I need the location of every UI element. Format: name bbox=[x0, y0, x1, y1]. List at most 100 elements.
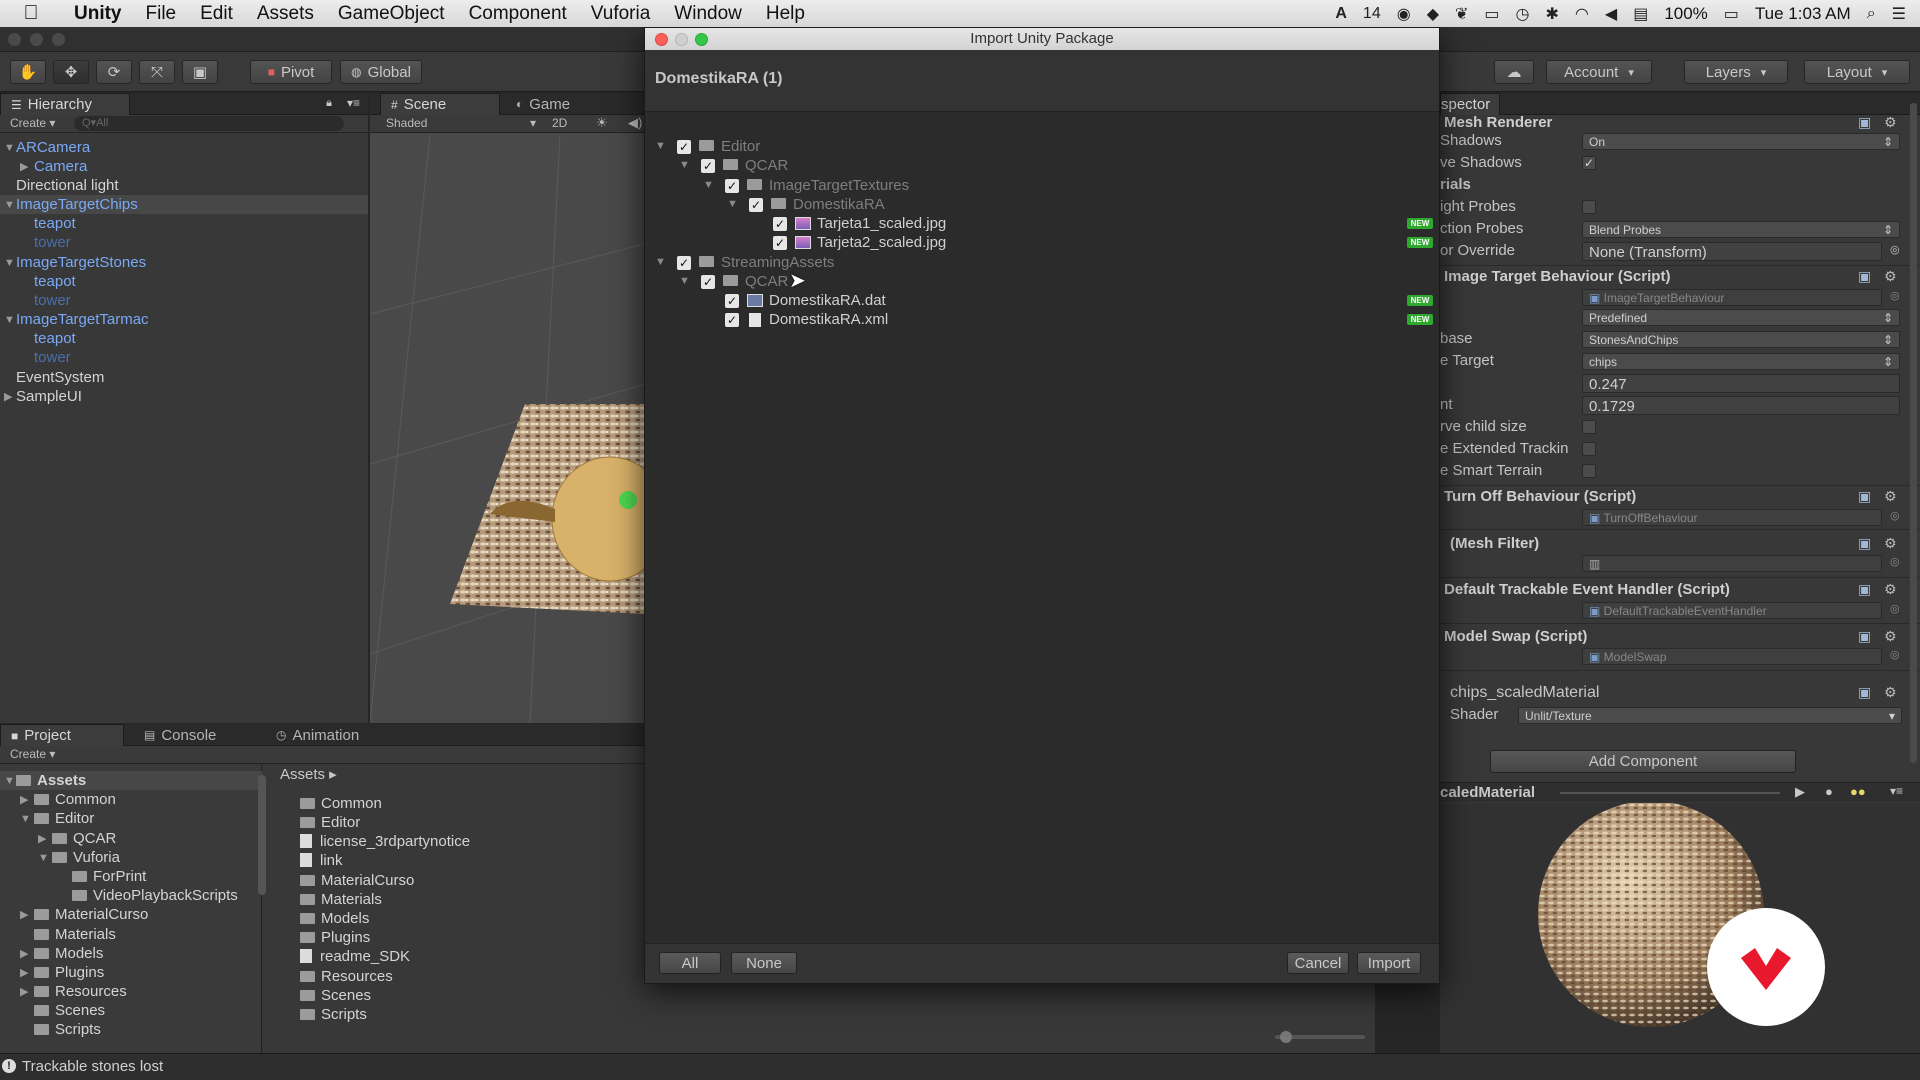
tree-item[interactable]: ▶ Resources bbox=[0, 982, 262, 1001]
component-help-icon[interactable]: ▣ bbox=[1858, 581, 1871, 598]
tree-item[interactable]: ▼ Vuforia bbox=[0, 848, 262, 867]
tree-item[interactable]: Materials bbox=[0, 925, 262, 944]
mesh-renderer-header[interactable]: Mesh Renderer bbox=[1444, 113, 1552, 133]
window-close-button[interactable] bbox=[8, 33, 21, 46]
preview-menu-icon[interactable]: ▾≡ bbox=[1890, 784, 1903, 798]
cloud-icon[interactable]: ☁ bbox=[1494, 60, 1534, 84]
project-create-dropdown[interactable]: Create ▾ bbox=[10, 747, 55, 761]
inspector-scrollbar[interactable] bbox=[1910, 103, 1917, 763]
hierarchy-item[interactable]: teapot bbox=[0, 214, 368, 233]
icon-size-slider-knob[interactable] bbox=[1280, 1031, 1292, 1043]
tree-item[interactable]: Scripts bbox=[0, 1020, 262, 1039]
collapsed-arrow-icon[interactable]: ▶ bbox=[20, 158, 28, 177]
move-tool-icon[interactable]: ✥ bbox=[53, 60, 89, 84]
expand-arrow-icon[interactable]: ▼ bbox=[4, 196, 15, 215]
dropbox-icon[interactable]: ◆ bbox=[1427, 4, 1439, 24]
menu-window[interactable]: Window bbox=[662, 3, 754, 25]
preview-drag-bar[interactable] bbox=[1560, 792, 1780, 794]
object-picker-icon[interactable]: ◎ bbox=[1890, 509, 1900, 522]
import-checkbox[interactable]: ✓ bbox=[677, 140, 691, 154]
audio-toggle-icon[interactable]: ◀) bbox=[628, 115, 642, 131]
asset-item[interactable]: license_3rdpartynotice bbox=[300, 832, 470, 851]
component-help-icon[interactable]: ▣ bbox=[1858, 488, 1871, 505]
status-input-number[interactable]: 14 bbox=[1363, 5, 1381, 23]
lock-icon[interactable]: 🔒︎ bbox=[326, 97, 332, 110]
hierarchy-item[interactable]: teapot bbox=[0, 272, 368, 291]
collapsed-arrow-icon[interactable]: ▶ bbox=[20, 964, 28, 983]
time-machine-icon[interactable]: ◷ bbox=[1516, 4, 1530, 24]
rect-tool-icon[interactable]: ▣ bbox=[182, 60, 218, 84]
turnoff-script-field[interactable]: ▣ TurnOffBehaviour bbox=[1582, 509, 1882, 526]
select-none-button[interactable]: None bbox=[731, 952, 797, 974]
collapsed-arrow-icon[interactable]: ▶ bbox=[20, 945, 28, 964]
clock[interactable]: Tue 1:03 AM bbox=[1755, 4, 1851, 24]
menu-app-unity[interactable]: Unity bbox=[62, 3, 134, 25]
shading-dropdown[interactable]: Shaded ▾ bbox=[386, 116, 536, 130]
menu-component[interactable]: Component bbox=[457, 3, 579, 25]
battery-icon[interactable]: ▭ bbox=[1724, 4, 1739, 24]
breadcrumb-assets[interactable]: Assets bbox=[280, 766, 325, 783]
hierarchy-item[interactable]: ▶ SampleUI bbox=[0, 387, 368, 406]
2d-toggle[interactable]: 2D bbox=[552, 116, 567, 130]
add-component-button[interactable]: Add Component bbox=[1490, 750, 1796, 773]
object-picker-icon[interactable]: ◎ bbox=[1890, 602, 1900, 615]
tree-item[interactable]: ▶ Plugins bbox=[0, 963, 262, 982]
wifi-icon[interactable]: ◠ bbox=[1575, 4, 1589, 24]
component-settings-icon[interactable]: ⚙ bbox=[1884, 114, 1897, 131]
record-icon[interactable]: ◉ bbox=[1397, 4, 1411, 24]
expand-arrow-icon[interactable]: ▼ bbox=[20, 810, 31, 829]
light-probes-checkbox[interactable] bbox=[1582, 200, 1596, 214]
import-tree-row[interactable]: ✓ Tarjeta2_scaled.jpg NEW bbox=[645, 233, 1439, 252]
cancel-button[interactable]: Cancel bbox=[1287, 952, 1349, 974]
mesh-filter-header[interactable]: (Mesh Filter) bbox=[1450, 534, 1539, 554]
reflection-probes-dropdown[interactable]: Blend Probes ⇕ bbox=[1582, 221, 1900, 238]
asset-item[interactable]: MaterialCurso bbox=[300, 871, 414, 890]
hierarchy-create-dropdown[interactable]: Create ▾ bbox=[10, 116, 55, 130]
bluetooth-icon[interactable]: ✱ bbox=[1546, 4, 1559, 24]
import-checkbox[interactable]: ✓ bbox=[749, 198, 763, 212]
evernote-icon[interactable]: ❦ bbox=[1455, 4, 1468, 24]
tab-game[interactable]: ◐ Game bbox=[506, 93, 596, 115]
tree-scrollbar[interactable] bbox=[258, 775, 266, 895]
model-swap-header[interactable]: Model Swap (Script) bbox=[1444, 627, 1587, 647]
object-picker-icon[interactable]: ◎ bbox=[1890, 648, 1900, 661]
window-minimize-button[interactable] bbox=[30, 33, 43, 46]
tree-item[interactable]: ▶ Models bbox=[0, 944, 262, 963]
expand-arrow-icon[interactable]: ▼ bbox=[655, 253, 666, 272]
flag-icon[interactable]: ▤ bbox=[1633, 4, 1648, 24]
display-icon[interactable]: ▭ bbox=[1484, 4, 1499, 24]
apple-icon[interactable]:  bbox=[0, 2, 62, 25]
notification-center-icon[interactable]: ☰ bbox=[1892, 4, 1906, 24]
collapsed-arrow-icon[interactable]: ▶ bbox=[20, 906, 28, 925]
component-help-icon[interactable]: ▣ bbox=[1858, 628, 1871, 645]
global-toggle[interactable]: ◍ Global bbox=[340, 60, 422, 84]
expand-arrow-icon[interactable]: ▼ bbox=[4, 139, 15, 158]
import-tree-row[interactable]: ▼ ✓ QCAR bbox=[645, 272, 1439, 291]
tree-item[interactable]: ▶ MaterialCurso bbox=[0, 905, 262, 924]
shadows-dropdown[interactable]: On ⇕ bbox=[1582, 133, 1900, 150]
width-field[interactable]: 0.247 bbox=[1582, 374, 1900, 393]
tree-item[interactable]: ForPrint bbox=[0, 867, 262, 886]
image-target-dropdown[interactable]: chips ⇕ bbox=[1582, 353, 1900, 370]
status-message[interactable]: Trackable stones lost bbox=[22, 1058, 163, 1075]
scale-tool-icon[interactable]: ⤧ bbox=[139, 60, 175, 84]
menu-edit[interactable]: Edit bbox=[188, 3, 245, 25]
asset-item[interactable]: Common bbox=[300, 794, 382, 813]
object-picker-icon[interactable]: ◎ bbox=[1890, 289, 1900, 302]
import-tree-row[interactable]: ▼ ✓ StreamingAssets bbox=[645, 253, 1439, 272]
collapsed-arrow-icon[interactable]: ▶ bbox=[4, 388, 12, 407]
tab-scene[interactable]: # Scene bbox=[380, 93, 500, 115]
component-settings-icon[interactable]: ⚙ bbox=[1884, 488, 1897, 505]
hand-tool-icon[interactable]: ✋ bbox=[10, 60, 46, 84]
component-help-icon[interactable]: ▣ bbox=[1858, 114, 1871, 131]
component-settings-icon[interactable]: ⚙ bbox=[1884, 535, 1897, 552]
material-preview[interactable] bbox=[1440, 803, 1920, 1053]
hierarchy-item[interactable]: ▼ ImageTargetStones bbox=[0, 253, 368, 272]
sphere-preview-icon[interactable]: ● bbox=[1825, 784, 1833, 799]
anchor-override-field[interactable]: None (Transform) bbox=[1582, 242, 1882, 261]
volume-icon[interactable]: ◀ bbox=[1605, 4, 1617, 24]
import-tree-row[interactable]: ▼ ✓ ImageTargetTextures bbox=[645, 176, 1439, 195]
layout-dropdown[interactable]: Layout bbox=[1804, 60, 1910, 84]
hierarchy-item[interactable]: EventSystem bbox=[0, 368, 368, 387]
import-checkbox[interactable]: ✓ bbox=[725, 294, 739, 308]
